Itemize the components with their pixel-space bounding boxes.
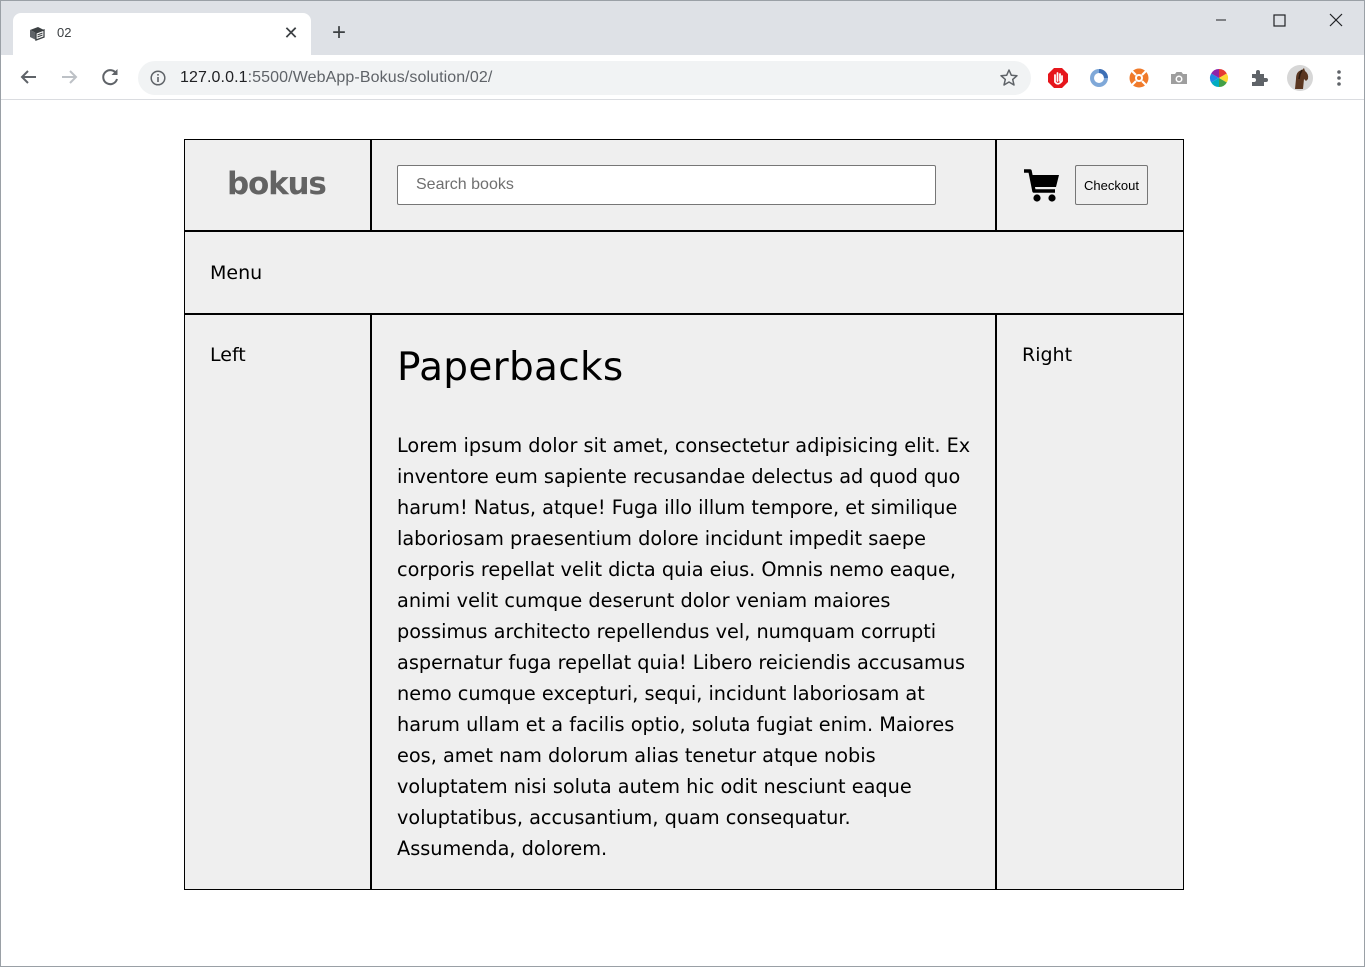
extension-orange-icon[interactable] bbox=[1128, 67, 1150, 89]
browser-window: 02 ✕ + 127.0.0.1:5500/WebApp-Bokus/solut… bbox=[0, 0, 1365, 967]
tab-active[interactable]: 02 ✕ bbox=[13, 13, 311, 55]
profile-avatar-icon[interactable] bbox=[1287, 65, 1313, 91]
page-title: Paperbacks bbox=[397, 345, 624, 390]
address-bar[interactable]: 127.0.0.1:5500/WebApp-Bokus/solution/02/ bbox=[138, 61, 1031, 95]
star-icon[interactable] bbox=[999, 68, 1019, 88]
adblock-icon[interactable] bbox=[1047, 67, 1069, 89]
maximize-button[interactable] bbox=[1264, 9, 1294, 31]
forward-arrow-icon[interactable] bbox=[57, 65, 81, 89]
left-label: Left bbox=[210, 344, 246, 366]
tab-title: 02 bbox=[57, 25, 72, 40]
kebab-menu-icon[interactable] bbox=[1328, 67, 1350, 89]
book-icon bbox=[27, 24, 47, 44]
info-icon[interactable] bbox=[150, 70, 166, 86]
right-sidebar: Right bbox=[997, 315, 1183, 889]
url-text[interactable]: 127.0.0.1:5500/WebApp-Bokus/solution/02/ bbox=[180, 69, 492, 87]
right-label: Right bbox=[1022, 344, 1073, 366]
browser-toolbar: 127.0.0.1:5500/WebApp-Bokus/solution/02/ bbox=[1, 55, 1364, 100]
puzzle-icon[interactable] bbox=[1248, 67, 1270, 89]
color-wheel-icon[interactable] bbox=[1208, 67, 1230, 89]
url-path: :5500/WebApp-Bokus/solution/02/ bbox=[247, 69, 493, 86]
left-sidebar: Left bbox=[185, 315, 372, 889]
logo-cell: bokus bbox=[185, 140, 372, 232]
menu-cell: Menu bbox=[185, 232, 1183, 315]
back-arrow-icon[interactable] bbox=[17, 65, 41, 89]
new-tab-button[interactable]: + bbox=[327, 21, 351, 45]
page-grid: bokus Checkout Menu Left Paperbacks bbox=[184, 139, 1184, 890]
main-paragraph: Lorem ipsum dolor sit amet, consectetur … bbox=[397, 434, 971, 860]
extension-blue-icon[interactable] bbox=[1088, 67, 1110, 89]
tab-close-icon[interactable]: ✕ bbox=[281, 23, 301, 43]
bokus-logo[interactable]: bokus bbox=[227, 166, 327, 202]
checkout-button[interactable]: Checkout bbox=[1075, 165, 1148, 205]
camera-icon[interactable] bbox=[1168, 67, 1190, 89]
shopping-cart-icon[interactable] bbox=[1023, 168, 1061, 204]
tab-strip: 02 ✕ + bbox=[1, 1, 1364, 55]
search-input[interactable] bbox=[397, 165, 936, 205]
cart-cell: Checkout bbox=[997, 140, 1183, 232]
close-window-button[interactable] bbox=[1321, 9, 1351, 31]
url-host: 127.0.0.1 bbox=[180, 69, 248, 86]
minimize-button[interactable] bbox=[1206, 9, 1236, 31]
menu-label: Menu bbox=[210, 262, 263, 284]
reload-icon[interactable] bbox=[98, 65, 122, 89]
main-content: Paperbacks Lorem ipsum dolor sit amet, c… bbox=[372, 315, 997, 889]
search-cell bbox=[372, 140, 997, 232]
